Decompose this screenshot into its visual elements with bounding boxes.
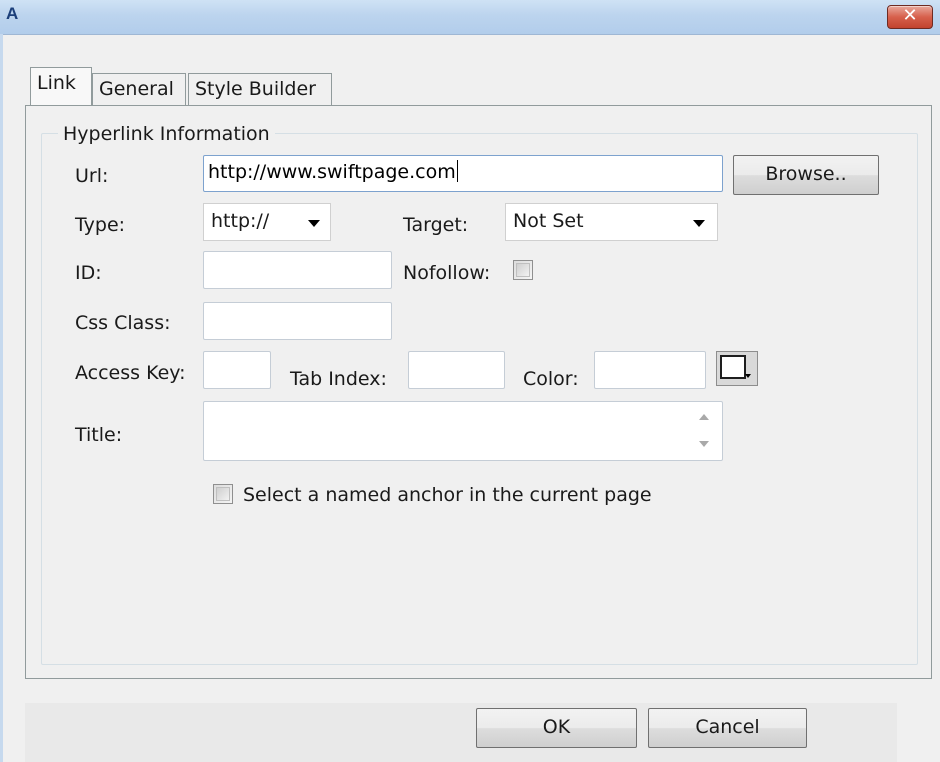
tabindex-label: Tab Index: [290, 368, 387, 390]
title-label: Title: [75, 424, 123, 446]
scroll-up-icon[interactable] [699, 414, 709, 420]
color-picker-button[interactable] [716, 351, 758, 386]
nofollow-label: Nofollow: [403, 262, 491, 284]
close-button[interactable]: ✕ [887, 5, 933, 29]
cancel-button-label: Cancel [695, 716, 760, 738]
group-legend: Hyperlink Information [58, 123, 275, 145]
color-swatch-icon [720, 355, 746, 379]
ok-button-label: OK [542, 716, 571, 738]
text-caret [456, 160, 458, 182]
chevron-down-icon [308, 220, 320, 227]
chevron-down-icon [693, 220, 705, 227]
type-label: Type: [75, 214, 126, 236]
id-label: ID: [75, 262, 102, 284]
scroll-down-icon[interactable] [699, 441, 709, 447]
tab-link[interactable]: Link [30, 67, 92, 105]
tab-link-label: Link [37, 72, 76, 94]
id-input[interactable] [203, 251, 392, 289]
chevron-down-icon [745, 374, 751, 378]
url-input-value: http://www.swiftpage.com [208, 161, 456, 183]
tab-general[interactable]: General [92, 73, 186, 105]
accesskey-input[interactable] [203, 351, 271, 389]
named-anchor-label: Select a named anchor in the current pag… [243, 484, 652, 506]
tab-general-label: General [99, 78, 174, 100]
close-icon: ✕ [902, 5, 918, 26]
cssclass-input[interactable] [203, 302, 392, 340]
tab-style-builder-label: Style Builder [195, 78, 316, 100]
target-label: Target: [403, 214, 469, 236]
url-input[interactable]: http://www.swiftpage.com [203, 155, 723, 192]
dialog-title: A [6, 4, 19, 23]
color-label: Color: [523, 368, 579, 390]
ok-button[interactable]: OK [476, 708, 637, 748]
color-input[interactable] [594, 351, 706, 389]
target-select[interactable]: Not Set [505, 203, 718, 241]
type-select-value: http:// [211, 210, 270, 232]
tab-style-builder[interactable]: Style Builder [188, 73, 332, 105]
title-textarea[interactable] [203, 401, 723, 461]
hyperlink-information-group [41, 133, 918, 665]
named-anchor-checkbox[interactable] [213, 484, 233, 504]
accesskey-label: Access Key: [75, 362, 186, 384]
browse-button[interactable]: Browse.. [733, 155, 879, 195]
browse-button-label: Browse.. [765, 163, 847, 185]
nofollow-checkbox[interactable] [513, 260, 533, 280]
window-frame-left [0, 34, 3, 762]
type-select[interactable]: http:// [203, 203, 331, 241]
target-select-value: Not Set [513, 210, 584, 232]
url-label: Url: [75, 165, 109, 187]
cancel-button[interactable]: Cancel [648, 708, 807, 748]
tabindex-input[interactable] [408, 351, 505, 389]
dialog-titlebar: A ✕ [0, 0, 940, 35]
cssclass-label: Css Class: [75, 312, 171, 334]
